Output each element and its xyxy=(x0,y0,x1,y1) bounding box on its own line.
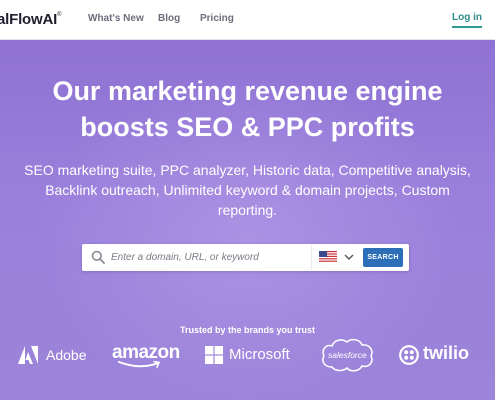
brand-twilio: twilio xyxy=(399,343,489,366)
brand-salesforce: salesforce xyxy=(320,337,374,373)
us-flag-icon xyxy=(319,251,337,263)
brand-name: Adobe xyxy=(46,347,87,363)
adobe-logo-icon xyxy=(18,346,38,364)
twilio-logo-icon xyxy=(399,345,419,365)
brand-name: twilio xyxy=(423,343,469,363)
logo-text: alFlowAI xyxy=(0,11,58,28)
search-bar: SEARCH xyxy=(82,244,409,271)
search-input[interactable] xyxy=(111,248,311,267)
headline-line: boosts SEO & PPC profits xyxy=(80,112,415,142)
subtext-line: SEO marketing suite, PPC analyzer, Histo… xyxy=(24,162,471,178)
top-navbar: alFlowAI® What's New Blog Pricing Log in xyxy=(0,0,495,40)
country-select[interactable] xyxy=(311,245,361,270)
brand-amazon: amazon xyxy=(112,342,182,368)
search-icon xyxy=(91,250,105,264)
headline-line: Our marketing revenue engine xyxy=(52,76,443,106)
brand-adobe: Adobe xyxy=(18,344,88,366)
hero-headline: Our marketing revenue engine boosts SEO … xyxy=(0,73,495,145)
brand-name: Microsoft xyxy=(229,346,290,363)
nav-link-blog[interactable]: Blog xyxy=(158,13,180,24)
logo-registered-mark: ® xyxy=(57,12,62,18)
nav-link-whats-new[interactable]: What's New xyxy=(88,13,144,24)
search-button[interactable]: SEARCH xyxy=(363,248,403,267)
microsoft-logo-icon xyxy=(205,346,223,364)
login-link[interactable]: Log in xyxy=(452,12,482,28)
brand-microsoft: Microsoft xyxy=(205,345,300,365)
brand-name: salesforce xyxy=(328,350,367,360)
subtext-line: reporting. xyxy=(217,202,278,218)
nav-link-pricing[interactable]: Pricing xyxy=(200,13,234,24)
trusted-label: Trusted by the brands you trust xyxy=(179,325,316,335)
amazon-smile-icon xyxy=(118,361,161,368)
subtext-line: Backlink outreach, Unlimited keyword & d… xyxy=(45,182,450,198)
chevron-down-icon xyxy=(344,254,354,260)
logo[interactable]: alFlowAI® xyxy=(0,11,62,28)
hero-subtext: SEO marketing suite, PPC analyzer, Histo… xyxy=(10,160,485,220)
